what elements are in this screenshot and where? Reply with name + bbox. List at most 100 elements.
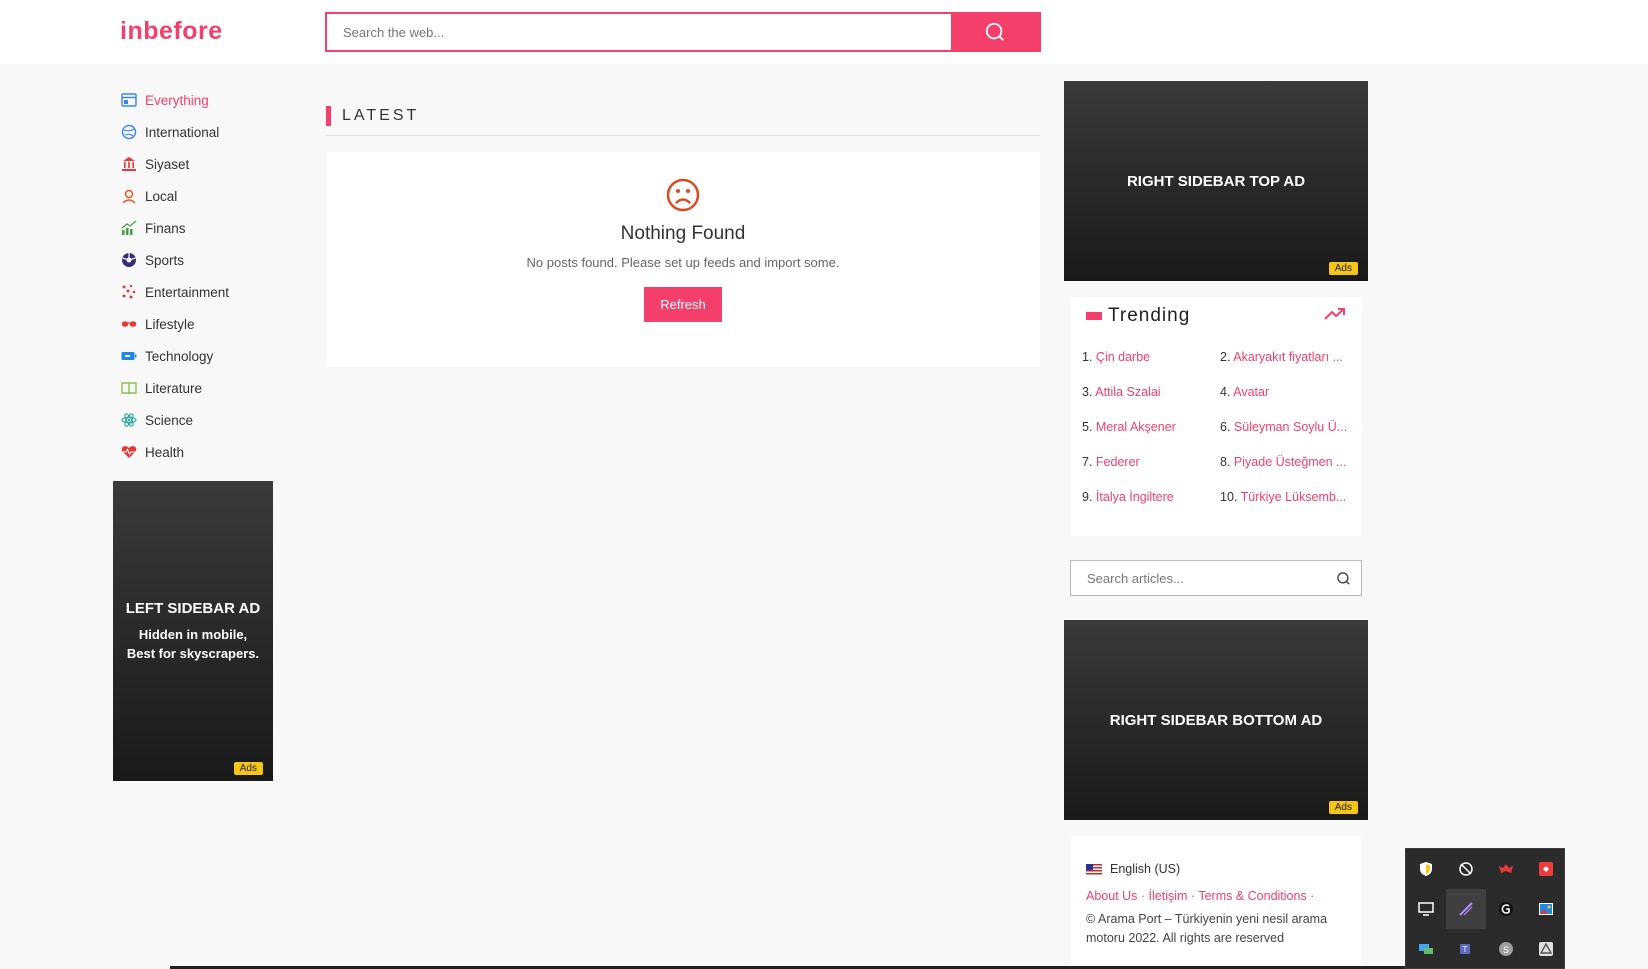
sad-face-icon [326, 178, 1040, 217]
nav-label: Everything [145, 92, 209, 108]
tray-item-logitech[interactable] [1486, 889, 1526, 929]
trending-link[interactable]: Akaryakıt fiyatları ... [1233, 350, 1343, 364]
right-sidebar-bottom-ad[interactable]: RIGHT SIDEBAR BOTTOM AD Ads [1064, 620, 1368, 820]
shield-icon [1420, 862, 1432, 876]
nav-item-international[interactable]: International [120, 116, 300, 148]
trending-item[interactable]: 2. Akaryakıt fiyatları ... [1220, 347, 1352, 367]
nav-label: Health [145, 444, 185, 460]
nav-item-entertainment[interactable]: Entertainment [120, 276, 300, 308]
trending-link[interactable]: Attila Szalai [1095, 385, 1160, 399]
ad-title: RIGHT SIDEBAR TOP AD [1126, 172, 1306, 190]
site-logo[interactable]: inbefore [120, 17, 223, 46]
tray-item-drive[interactable] [1526, 929, 1566, 969]
trending-link[interactable]: Federer [1096, 455, 1140, 469]
nav-item-lifestyle[interactable]: Lifestyle [120, 308, 300, 340]
article-search-bar [1070, 560, 1362, 596]
site-header: inbefore [0, 0, 1648, 64]
tray-item-network[interactable] [1406, 929, 1446, 969]
trending-link[interactable]: İtalya İngiltere [1096, 490, 1174, 504]
trending-link[interactable]: Avatar [1233, 385, 1269, 399]
trending-rank: 7. [1082, 455, 1093, 469]
footer-card: English (US) About Us · İletişim · Terms… [1070, 836, 1362, 969]
tray-item-teams[interactable]: T [1446, 929, 1486, 969]
trending-link[interactable]: Türkiye Lüksemb... [1241, 490, 1347, 504]
web-search-input[interactable] [327, 14, 951, 50]
language-selector[interactable]: English (US) [1086, 862, 1346, 876]
trending-link[interactable]: Meral Akşener [1096, 420, 1176, 434]
nav-label: Science [145, 412, 194, 428]
chart-up-icon [120, 219, 138, 237]
copyright-text: © Arama Port – Türkiyenin yeni nesil ara… [1086, 912, 1328, 945]
satellite-icon [1459, 862, 1473, 876]
left-sidebar-ad[interactable]: LEFT SIDEBAR AD Hidden in mobile, Best f… [113, 481, 273, 781]
nav-item-health[interactable]: Health [120, 436, 300, 468]
link-separator: · [1187, 889, 1199, 903]
ad-subtitle: Hidden in mobile, Best for skyscrapers. [126, 626, 260, 661]
trending-item[interactable]: 5. Meral Akşener [1082, 417, 1220, 437]
trending-rank: 8. [1220, 455, 1231, 469]
tray-item-monitor[interactable] [1406, 889, 1446, 929]
nav-item-finans[interactable]: Finans [120, 212, 300, 244]
trending-item[interactable]: 4. Avatar [1220, 382, 1352, 402]
section-title: LATEST [342, 107, 420, 124]
nav-item-literature[interactable]: Literature [120, 372, 300, 404]
trending-link[interactable]: Piyade Üsteğmen ... [1234, 455, 1347, 469]
tray-item-red-app[interactable] [1486, 849, 1526, 889]
logitech-icon [1499, 902, 1513, 916]
nav-item-local[interactable]: Local [120, 180, 300, 212]
nav-item-science[interactable]: Science [120, 404, 300, 436]
monitor-icon [1418, 902, 1434, 916]
nav-label: Entertainment [145, 284, 230, 300]
us-flag-icon [1086, 863, 1102, 875]
search-icon [985, 22, 1004, 41]
tray-item-satellite[interactable] [1446, 849, 1486, 889]
link-separator: · [1137, 889, 1149, 903]
nav-label: International [145, 124, 220, 140]
web-search-bar [325, 12, 1041, 52]
trending-rank: 9. [1082, 490, 1093, 504]
nav-item-technology[interactable]: Technology [120, 340, 300, 372]
nav-item-everything[interactable]: Everything [120, 84, 300, 116]
flag-icon [1086, 312, 1102, 320]
trending-item[interactable]: 7. Federer [1082, 452, 1220, 472]
trending-item[interactable]: 6. Süleyman Soylu Ü... [1220, 417, 1352, 437]
trending-rank: 3. [1082, 385, 1093, 399]
nav-label: Sports [145, 252, 185, 268]
trending-link[interactable]: Çin darbe [1096, 350, 1150, 364]
tray-item-skype[interactable]: S [1486, 929, 1526, 969]
trending-title: Trending [1108, 305, 1191, 326]
nav-label: Lifestyle [145, 316, 195, 332]
trending-item[interactable]: 9. İtalya İngiltere [1082, 487, 1220, 507]
confetti-icon [120, 283, 138, 301]
trending-item[interactable]: 8. Piyade Üsteğmen ... [1220, 452, 1352, 472]
section-accent-bar [326, 106, 331, 126]
tray-item-pen[interactable] [1446, 889, 1486, 929]
refresh-button[interactable]: Refresh [644, 287, 722, 322]
link-separator: · [1306, 889, 1315, 903]
svg-text:S: S [1503, 945, 1509, 955]
atom-icon [120, 411, 138, 429]
trending-link[interactable]: Süleyman Soylu Ü... [1234, 420, 1347, 434]
trending-item[interactable]: 1. Çin darbe [1082, 347, 1220, 367]
trending-item[interactable]: 3. Attila Szalai [1082, 382, 1220, 402]
footer-link-terms[interactable]: Terms & Conditions [1198, 889, 1306, 903]
nav-item-sports[interactable]: Sports [120, 244, 300, 276]
article-search-button[interactable] [1325, 571, 1361, 586]
tray-item-anydesk[interactable] [1526, 849, 1566, 889]
tray-item-photo[interactable] [1526, 889, 1566, 929]
ads-badge: Ads [1328, 262, 1358, 275]
article-search-input[interactable] [1071, 570, 1325, 586]
web-search-button[interactable] [951, 14, 1039, 50]
remote-desktop-icon [1539, 862, 1553, 876]
tray-item-security[interactable] [1406, 849, 1446, 889]
ball-icon [120, 251, 138, 269]
battery-icon [120, 347, 138, 365]
right-sidebar-top-ad[interactable]: RIGHT SIDEBAR TOP AD Ads [1064, 81, 1368, 281]
footer-links: About Us · İletişim · Terms & Conditions… [1086, 889, 1346, 903]
nav-item-siyaset[interactable]: Siyaset [120, 148, 300, 180]
footer-link-about[interactable]: About Us [1086, 889, 1137, 903]
trending-rank: 6. [1220, 420, 1231, 434]
trending-list: 1. Çin darbe 2. Akaryakıt fiyatları ... … [1082, 347, 1352, 507]
footer-link-contact[interactable]: İletişim [1149, 889, 1188, 903]
trending-item[interactable]: 10. Türkiye Lüksemb... [1220, 487, 1352, 507]
